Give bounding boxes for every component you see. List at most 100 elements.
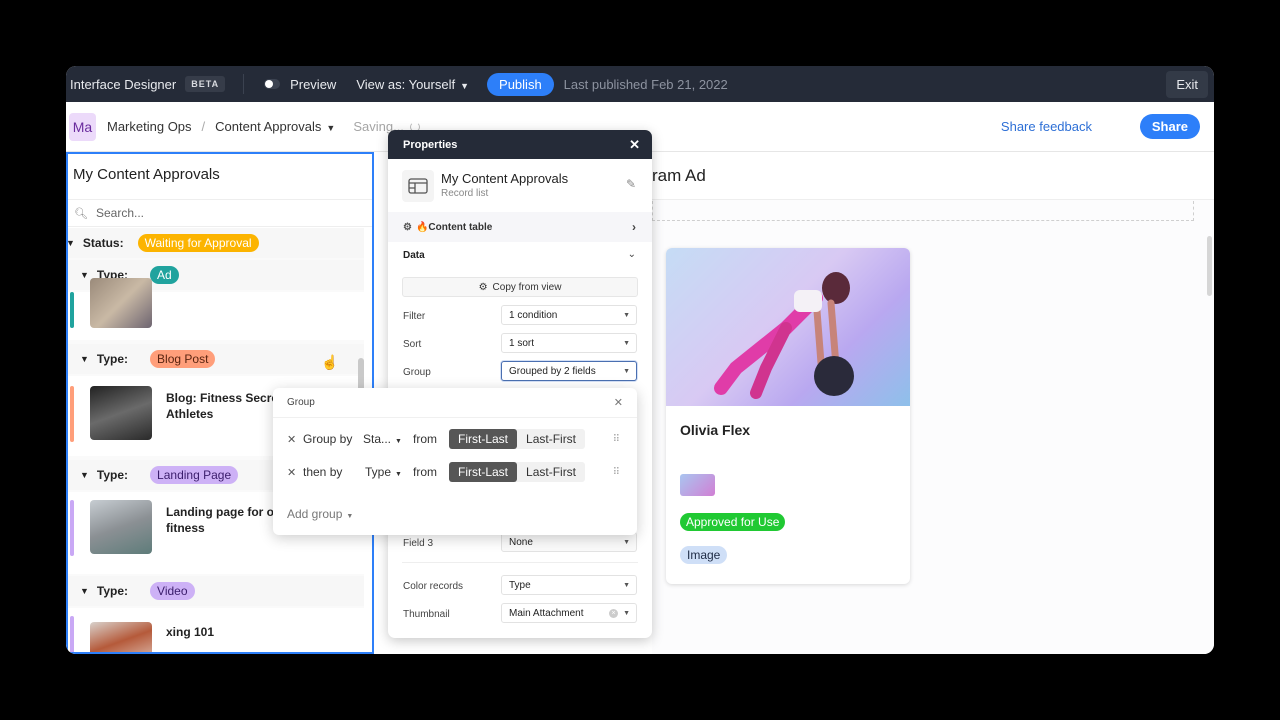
card-title: Olivia Flex — [680, 422, 751, 438]
share-feedback-link[interactable]: Share feedback — [1001, 119, 1092, 134]
color-bar — [70, 616, 74, 652]
order-last-first[interactable]: Last-First — [517, 429, 585, 449]
color-bar — [70, 500, 74, 556]
remove-group-icon[interactable]: ✕ — [287, 466, 303, 479]
caret-down-icon: ▼ — [623, 311, 630, 319]
chevron-right-icon: › — [632, 220, 636, 234]
properties-title: Properties — [403, 138, 458, 151]
sort-select[interactable]: 1 sort ▼ — [501, 333, 637, 353]
preview-toggle[interactable] — [264, 79, 281, 89]
workspace-avatar[interactable]: Ma — [69, 112, 96, 141]
order-first-last[interactable]: First-Last — [449, 462, 518, 482]
filter-label: Filter — [403, 311, 426, 322]
caret-down-icon: ▼ — [623, 538, 630, 546]
element-type: Record list — [441, 188, 489, 199]
copy-from-view-button[interactable]: ⚙ Copy from view — [402, 277, 638, 297]
close-icon[interactable]: ✕ — [629, 137, 640, 153]
group-popover-title: Group — [287, 397, 315, 408]
record-card[interactable]: Olivia Flex Approved for Use Image — [666, 248, 910, 584]
status-badge: Waiting for Approval — [137, 234, 259, 252]
divider — [273, 417, 637, 418]
remove-group-icon[interactable]: ✕ — [287, 433, 303, 446]
group-header-status[interactable]: ▼ Status: Waiting for Approval — [68, 228, 364, 258]
record-title: xing 101 — [166, 625, 215, 639]
add-group-button[interactable]: Add group ▼ — [287, 507, 353, 521]
scrollbar[interactable] — [1207, 236, 1212, 296]
breadcrumb-page[interactable]: Content Approvals ▼ — [215, 119, 335, 134]
search-placeholder: Search... — [95, 206, 144, 220]
group-prefix: then by — [303, 465, 343, 479]
view-as-dropdown[interactable]: View as: Yourself ▼ — [356, 77, 469, 92]
record-thumbnail — [90, 500, 152, 554]
record-title: Landing page for on fitness — [166, 504, 286, 536]
thumbnail-select[interactable]: Main Attachment × ▼ — [501, 603, 637, 623]
chevron-down-icon[interactable]: ⌄ — [628, 249, 636, 260]
divider — [243, 74, 245, 94]
field3-value: None — [509, 536, 533, 548]
close-icon[interactable]: ✕ — [614, 396, 623, 409]
group-field-value: Sta... — [363, 432, 392, 446]
drag-handle-icon[interactable]: ⠿ — [613, 467, 620, 478]
add-group-label: Add group — [287, 507, 343, 521]
group-row: ✕ then by Type ▼ from First-Last Last-Fir… — [287, 461, 627, 483]
sort-value: 1 sort — [509, 337, 535, 349]
breadcrumb-separator: / — [201, 119, 206, 134]
source-table-row[interactable]: ⚙ 🔥Content table › — [388, 212, 652, 242]
layout-icon — [408, 178, 428, 194]
color-records-select[interactable]: Type ▼ — [501, 575, 637, 595]
list-item[interactable]: xing 101 — [68, 608, 364, 652]
clear-icon[interactable]: × — [609, 608, 618, 618]
group-field-select[interactable]: Type ▼ — [363, 465, 413, 479]
app-title: Interface Designer — [70, 76, 177, 92]
record-detail-header: ram Ad — [652, 152, 1214, 200]
data-section-title[interactable]: Data — [403, 250, 425, 261]
pencil-icon[interactable]: ✎ — [626, 177, 636, 191]
group-label: Status: — [82, 236, 124, 250]
copy-from-view-label: Copy from view — [492, 281, 562, 293]
beta-badge: BETA — [185, 76, 226, 92]
share-button[interactable]: Share — [1139, 114, 1200, 139]
group-row: ✕ Group by Sta... ▼ from First-Last Last-… — [287, 428, 627, 450]
record-title-line: Blog: Fitness Secret — [166, 391, 283, 405]
group-prefix: Group by — [303, 432, 353, 446]
canvas: ram Ad Olivia Flex Approved for Use Imag… — [652, 152, 1214, 654]
preview-label[interactable]: Preview — [290, 77, 336, 92]
search-input[interactable]: 🔍︎ Search... — [68, 199, 372, 227]
divider — [402, 562, 638, 563]
caret-down-icon: ▼ — [623, 339, 630, 347]
type-badge: Image — [680, 546, 728, 564]
caret-down-icon: ▼ — [326, 123, 336, 133]
record-thumbnail — [90, 386, 152, 440]
gear-icon: ⚙ — [478, 281, 488, 293]
group-popover: Group ✕ ✕ Group by Sta... ▼ from First-La… — [273, 388, 637, 535]
exit-button[interactable]: Exit — [1166, 71, 1208, 98]
group-label: Group — [403, 367, 431, 378]
breadcrumb-workspace[interactable]: Marketing Ops — [107, 119, 192, 134]
color-records-label: Color records — [403, 581, 464, 592]
publish-button[interactable]: Publish — [487, 72, 554, 96]
field3-select[interactable]: None ▼ — [501, 532, 637, 552]
list-item[interactable] — [68, 278, 364, 340]
caret-down-icon: ▼ — [623, 609, 630, 617]
filter-select[interactable]: 1 condition ▼ — [501, 305, 637, 325]
gear-icon: ⚙ — [403, 221, 412, 233]
order-last-first[interactable]: Last-First — [517, 462, 585, 482]
group-header-type[interactable]: ▼ Type: Blog Post — [68, 344, 364, 374]
color-bar — [70, 292, 74, 328]
filter-value: 1 condition — [509, 309, 558, 321]
group-header-type[interactable]: ▼ Type: Video — [68, 576, 364, 606]
drag-handle-icon[interactable]: ⠿ — [613, 434, 620, 445]
athlete-photo — [714, 272, 854, 399]
order-first-last[interactable]: First-Last — [449, 429, 518, 449]
attachment-thumbnail[interactable] — [680, 474, 715, 496]
group-field-select[interactable]: Sta... ▼ — [363, 432, 413, 446]
record-title-line: Landing page for on — [166, 505, 282, 519]
collapse-triangle-icon: ▼ — [66, 238, 75, 248]
group-label: Type: — [96, 352, 129, 366]
record-thumbnail — [90, 278, 152, 328]
type-badge: Ad — [150, 266, 179, 284]
hand-cursor-icon: ☝ — [321, 354, 339, 370]
order-toggle: First-Last Last-First — [449, 429, 586, 449]
group-select[interactable]: Grouped by 2 fields ▼ — [501, 361, 637, 381]
thumbnail-value: Main Attachment — [509, 607, 584, 619]
